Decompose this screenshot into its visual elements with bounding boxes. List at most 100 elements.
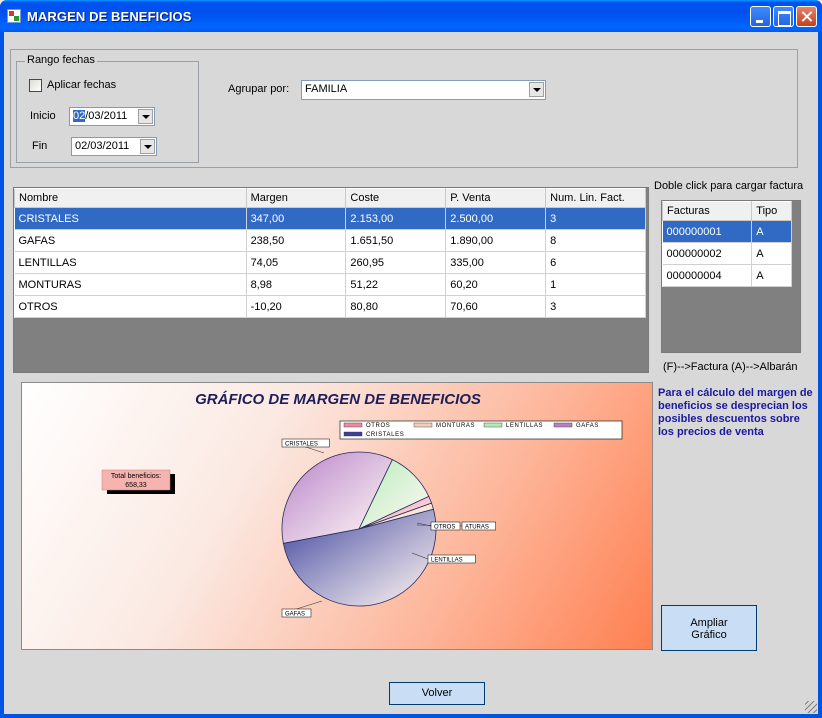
chart-title: GRÁFICO DE MARGEN DE BENEFICIOS (195, 391, 481, 408)
table-cell[interactable]: 6 (545, 251, 646, 274)
table-cell[interactable]: OTROS (14, 295, 247, 318)
chart-panel[interactable]: GRÁFICO DE MARGEN DE BENEFICIOS OTROS MON… (21, 382, 653, 650)
table-cell[interactable]: CRISTALES (14, 207, 247, 230)
legend-swatch-cristales (343, 431, 363, 437)
table-cell[interactable]: 74,05 (246, 251, 347, 274)
table-row[interactable]: GAFAS 238,50 1.651,50 1.890,00 8 (14, 229, 646, 252)
invoice-type-legend: (F)-->Factura (A)-->Albarán (663, 361, 798, 373)
legend-label-gafas: GAFAS (576, 423, 599, 429)
table-cell[interactable]: 000000001 (662, 220, 753, 243)
chart-legend: OTROS MONTURAS LENTILLAS GAFAS CRISTALES (339, 420, 623, 440)
chevron-down-icon[interactable] (140, 139, 155, 154)
invoice-header-0[interactable]: Facturas (661, 201, 753, 221)
expand-chart-button[interactable]: Ampliar Gráfico (661, 605, 757, 651)
back-button[interactable]: Volver (389, 682, 485, 705)
table-cell[interactable]: 60,20 (445, 273, 547, 296)
table-cell[interactable]: 2.500,00 (445, 207, 547, 230)
resize-grip[interactable] (805, 701, 817, 713)
legend-swatch-monturas (413, 422, 433, 428)
legend-swatch-otros (343, 422, 363, 428)
end-date-value[interactable]: 02/03/2011 (75, 140, 129, 152)
table-cell[interactable]: 3 (545, 295, 646, 318)
table-cell[interactable]: A (751, 264, 792, 287)
filter-panel: Rango fechas Aplicar fechas Inicio 02/03… (10, 49, 798, 168)
table-cell[interactable]: 8,98 (246, 273, 347, 296)
leader-line-cristales (305, 446, 325, 454)
table-row[interactable]: 000000001 A (662, 220, 792, 243)
date-range-legend: Rango fechas (25, 54, 97, 66)
table-cell[interactable]: -10,20 (246, 295, 347, 318)
table-cell[interactable]: 238,50 (246, 229, 347, 252)
table-cell[interactable]: 1 (545, 273, 646, 296)
maximize-button[interactable] (773, 6, 794, 27)
table-cell[interactable]: 3 (545, 207, 646, 230)
slice-label-lentillas: LENTILLAS (431, 558, 463, 564)
legend-label-monturas: MONTURAS (436, 423, 475, 429)
pie-slices (281, 451, 437, 607)
client-area: Rango fechas Aplicar fechas Inicio 02/03… (4, 32, 818, 714)
table-row[interactable]: 000000004 A (662, 264, 792, 287)
slice-label-monturas: ATURAS (465, 525, 489, 531)
total-badge: Total beneficios: 658,33 (101, 469, 175, 494)
table-cell[interactable]: 335,00 (445, 251, 547, 274)
table-row[interactable]: MONTURAS 8,98 51,22 60,20 1 (14, 273, 646, 296)
minimize-button[interactable] (750, 6, 771, 27)
total-badge-label: Total beneficios: (111, 473, 161, 480)
table-cell[interactable]: 347,00 (246, 207, 347, 230)
margin-header-4[interactable]: Num. Lin. Fact. (545, 188, 646, 208)
margin-header-0[interactable]: Nombre (14, 188, 247, 208)
table-cell[interactable]: LENTILLAS (14, 251, 247, 274)
margin-header-1[interactable]: Margen (245, 188, 347, 208)
legend-swatch-lentillas (483, 422, 503, 428)
date-range-group: Rango fechas Aplicar fechas Inicio 02/03… (16, 54, 199, 163)
group-by-select[interactable]: FAMILIA (301, 80, 546, 100)
chevron-down-icon[interactable] (138, 109, 153, 124)
end-date-label: Fin (32, 140, 48, 152)
end-date-picker[interactable]: 02/03/2011 (71, 137, 157, 156)
start-date-value[interactable]: 02/03/2011 (73, 110, 127, 122)
table-row[interactable]: OTROS -10,20 80,80 70,60 3 (14, 295, 646, 318)
chevron-down-icon[interactable] (529, 82, 544, 97)
apply-dates-checkbox[interactable] (29, 79, 42, 92)
start-date-picker[interactable]: 02/03/2011 (69, 107, 155, 126)
slice-label-gafas: GAFAS (285, 612, 305, 618)
close-button[interactable] (796, 6, 817, 27)
table-cell[interactable]: MONTURAS (14, 273, 247, 296)
table-cell[interactable]: 8 (545, 229, 646, 252)
leader-line-gafas (296, 600, 323, 610)
table-cell[interactable]: A (751, 242, 792, 265)
margin-table[interactable]: Nombre Margen Coste P. Venta Num. Lin. Fact.… (13, 187, 649, 373)
table-row[interactable]: LENTILLAS 74,05 260,95 335,00 6 (14, 251, 646, 274)
margin-header-2[interactable]: Coste (345, 188, 447, 208)
apply-dates-label[interactable]: Aplicar fechas (47, 79, 116, 91)
title-bar[interactable]: MARGEN DE BENEFICIOS (0, 0, 822, 32)
total-badge-value: 658,33 (125, 482, 147, 489)
invoice-header-1[interactable]: Tipo (751, 201, 792, 221)
legend-label-otros: OTROS (366, 423, 390, 429)
margin-header-3[interactable]: P. Venta (445, 188, 547, 208)
window-title: MARGEN DE BENEFICIOS (27, 9, 192, 24)
table-cell[interactable]: 000000004 (662, 264, 753, 287)
slice-label-cristales: CRISTALES (285, 442, 318, 448)
invoices-hint: Doble click para cargar factura (654, 180, 804, 192)
app-icon[interactable] (7, 9, 21, 23)
table-cell[interactable]: 1.651,50 (345, 229, 447, 252)
margin-pie-chart: GRÁFICO DE MARGEN DE BENEFICIOS OTROS MON… (101, 391, 623, 618)
table-cell[interactable]: GAFAS (14, 229, 247, 252)
expand-chart-line2: Gráfico (691, 629, 727, 641)
table-cell[interactable]: 260,95 (345, 251, 447, 274)
table-row[interactable]: 000000002 A (662, 242, 792, 265)
table-cell[interactable]: 80,80 (345, 295, 447, 318)
table-cell[interactable]: 70,60 (445, 295, 547, 318)
table-cell[interactable]: A (751, 220, 792, 243)
group-by-label: Agrupar por: (228, 83, 290, 95)
table-cell[interactable]: 1.890,00 (445, 229, 547, 252)
calculation-note: Para el cálculo del margen de beneficios… (658, 387, 813, 438)
invoices-table[interactable]: Facturas Tipo 000000001 A 000000002 A 0000000… (661, 200, 801, 353)
table-cell[interactable]: 51,22 (345, 273, 447, 296)
table-cell[interactable]: 2.153,00 (345, 207, 447, 230)
app-window: MARGEN DE BENEFICIOS Rango fechas Aplica… (0, 0, 822, 718)
table-row[interactable]: CRISTALES 347,00 2.153,00 2.500,00 3 (14, 207, 646, 230)
group-by-value[interactable]: FAMILIA (305, 83, 347, 95)
table-cell[interactable]: 000000002 (662, 242, 753, 265)
